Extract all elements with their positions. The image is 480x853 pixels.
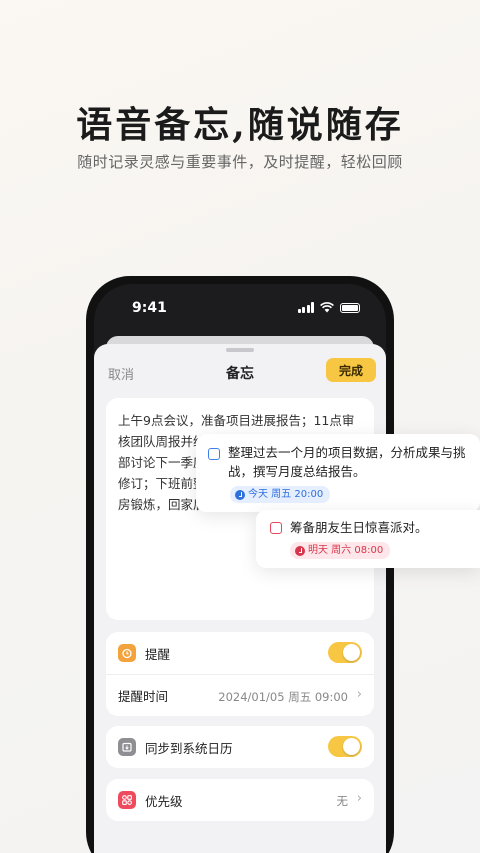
phone-screen: 9:41 取消 备忘 完成 上午9点会议，准备项目进展报告；11点审核团队周报并… <box>94 284 386 853</box>
memo-sheet: 取消 备忘 完成 上午9点会议，准备项目进展报告；11点审核团队周报并给予反馈；… <box>94 344 386 853</box>
task-card[interactable]: 整理过去一个月的项目数据，分析成果与挑战，撰写月度总结报告。 今天 周五 20:… <box>196 434 480 512</box>
task-checkbox[interactable] <box>208 448 220 460</box>
task-due-text: 今天 周五 20:00 <box>248 489 324 500</box>
reminder-time-row[interactable]: 提醒时间 2024/01/05 周五 09:00 › <box>106 674 374 716</box>
chevron-right-icon: › <box>356 687 362 702</box>
priority-row[interactable]: 优先级 无 › <box>106 779 374 821</box>
sync-calendar-row: 同步到系统日历 <box>106 726 374 768</box>
priority-group: 优先级 无 › <box>106 779 374 821</box>
task-card[interactable]: 筹备朋友生日惊喜派对。 明天 周六 08:00 <box>256 510 480 568</box>
cellular-signal-icon <box>297 302 314 313</box>
wifi-icon <box>320 302 334 313</box>
clock-icon <box>295 545 305 556</box>
reminder-toggle[interactable] <box>328 642 362 663</box>
sync-calendar-toggle[interactable] <box>328 736 362 757</box>
status-bar: 9:41 <box>94 284 386 328</box>
calendar-icon <box>118 738 136 756</box>
chevron-right-icon: › <box>356 791 362 806</box>
task-due-tag: 今天 周五 20:00 <box>230 486 331 503</box>
reminder-row: 提醒 <box>106 632 374 674</box>
sheet-nav-bar: 取消 备忘 完成 <box>94 358 386 388</box>
clock-icon <box>235 489 245 500</box>
status-icons <box>297 302 360 313</box>
alarm-clock-icon <box>118 644 136 662</box>
sync-calendar-label: 同步到系统日历 <box>145 740 233 756</box>
reminder-time-label: 提醒时间 <box>118 689 169 704</box>
reminder-group: 提醒 提醒时间 2024/01/05 周五 09:00 › <box>106 632 374 716</box>
priority-icon <box>118 791 136 809</box>
task-due-tag: 明天 周六 08:00 <box>290 542 391 559</box>
reminder-time-value: 2024/01/05 周五 09:00 <box>218 690 348 704</box>
priority-value: 无 <box>336 794 349 808</box>
promo-headline: 语音备忘,随说随存 <box>76 104 404 146</box>
task-due-text: 明天 周六 08:00 <box>308 545 384 556</box>
status-time: 9:41 <box>132 300 167 316</box>
task-checkbox[interactable] <box>270 522 282 534</box>
battery-icon <box>340 302 360 313</box>
reminder-label: 提醒 <box>145 646 171 662</box>
task-text: 筹备朋友生日惊喜派对。 <box>290 520 428 535</box>
priority-label: 优先级 <box>145 793 183 809</box>
done-button[interactable]: 完成 <box>326 358 376 382</box>
promo-subheadline: 随时记录灵感与重要事件，及时提醒，轻松回顾 <box>77 153 403 171</box>
task-text: 整理过去一个月的项目数据，分析成果与挑战，撰写月度总结报告。 <box>228 445 466 479</box>
sheet-grabber[interactable] <box>226 348 254 352</box>
sync-group: 同步到系统日历 <box>106 726 374 768</box>
